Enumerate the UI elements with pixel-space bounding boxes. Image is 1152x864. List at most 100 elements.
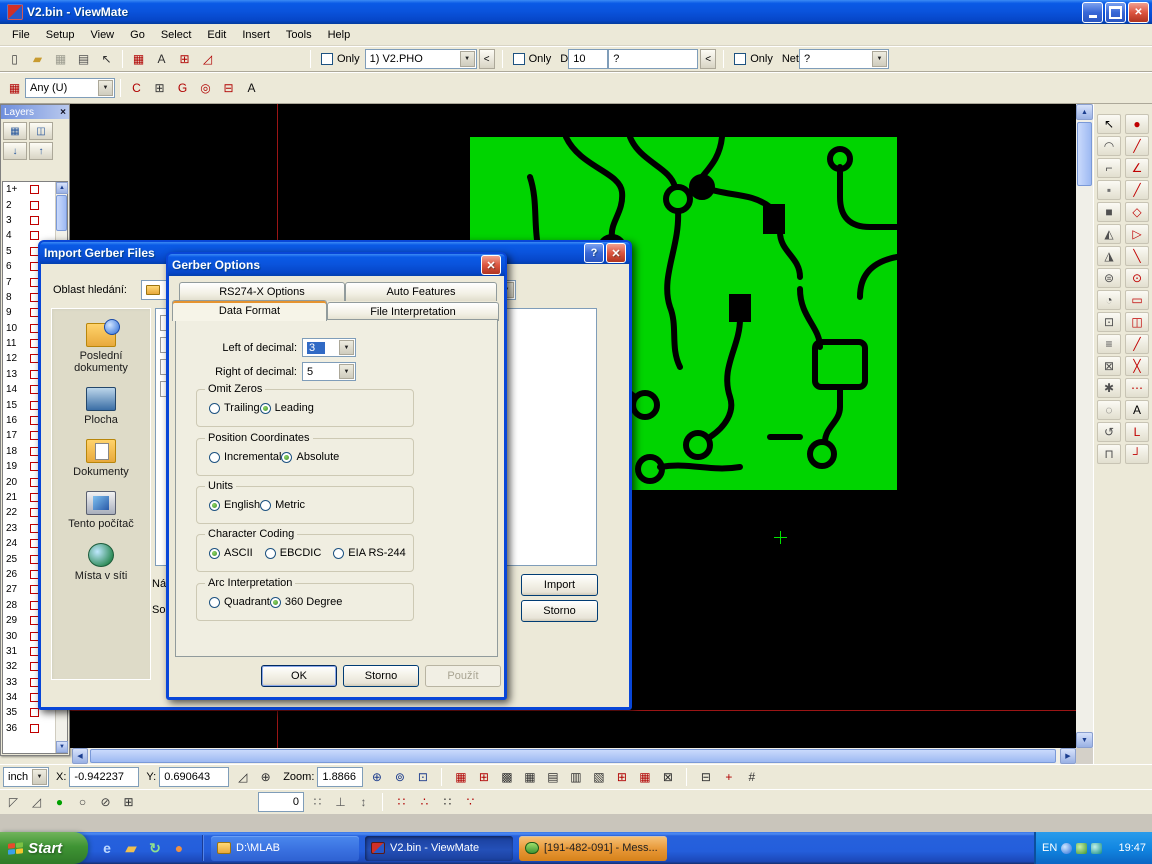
step-back-icon[interactable]: ◸ — [3, 792, 24, 812]
menu-item[interactable]: Edit — [199, 26, 234, 44]
chevron-down-icon[interactable] — [339, 364, 354, 379]
layer-row[interactable]: 2 — [3, 197, 55, 212]
start-button[interactable]: Start — [0, 832, 88, 864]
menu-item[interactable]: Select — [153, 26, 200, 44]
x-coordinate-field[interactable]: -0.942237 — [69, 767, 139, 787]
save-icon[interactable]: ▦ — [50, 49, 71, 69]
refresh-launch-icon[interactable]: ↻ — [146, 839, 164, 857]
pad-grid-icon[interactable]: ▩ — [496, 767, 517, 787]
place-item[interactable]: Tento počítač — [55, 491, 147, 530]
only-layer-checkbox[interactable] — [321, 53, 333, 65]
cross-box-icon[interactable]: ⊠ — [1097, 356, 1121, 376]
pad-grid3-icon[interactable]: ▤ — [542, 767, 563, 787]
probe-slash-icon[interactable]: ⊘ — [95, 792, 116, 812]
dcode-value-field[interactable]: 10 — [568, 49, 608, 69]
only-net-toggle[interactable]: Only — [734, 53, 773, 65]
only-dcode-checkbox[interactable] — [513, 53, 525, 65]
dashed-circle-icon[interactable]: ◌ — [1097, 400, 1121, 420]
vertical-scroll-thumb[interactable] — [1077, 122, 1092, 186]
layer-color-swatch[interactable] — [30, 231, 39, 240]
rotation-value-field[interactable]: 0 — [258, 792, 304, 812]
radio-option[interactable]: Leading — [260, 402, 314, 414]
tab-rs274x-options[interactable]: RS274-X Options — [179, 282, 345, 301]
zoom-value-field[interactable]: 1.8866 — [317, 767, 363, 787]
zoom-in-icon[interactable]: ⊕ — [366, 767, 387, 787]
minimize-button[interactable] — [1082, 2, 1103, 23]
aperture-shape-combo[interactable]: Any (U) — [25, 78, 115, 98]
apply-button[interactable]: Použít — [425, 665, 501, 687]
help-icon[interactable] — [584, 243, 604, 263]
horizontal-scroll-thumb[interactable] — [90, 749, 1056, 763]
grid-table-icon[interactable]: ⊞ — [118, 792, 139, 812]
menu-item[interactable]: Setup — [38, 26, 83, 44]
aperture-table-icon[interactable]: ▦ — [128, 49, 149, 69]
move-up-icon[interactable]: ↑ — [29, 142, 53, 160]
menu-item[interactable]: Go — [122, 26, 153, 44]
dcode-query-field[interactable]: ? — [608, 49, 698, 69]
flatten-icon[interactable]: ⊜ — [1097, 268, 1121, 288]
merge-icon[interactable]: ⊟ — [695, 767, 716, 787]
pad-grid2-icon[interactable]: ▦ — [519, 767, 540, 787]
radio-option[interactable]: ASCII — [209, 547, 253, 559]
ok-button[interactable]: OK — [261, 665, 337, 687]
text-a-icon[interactable]: A — [1125, 400, 1149, 420]
taskbar-task-viewmate[interactable]: V2.bin - ViewMate — [365, 836, 513, 861]
only-layer-toggle[interactable]: Only — [321, 53, 360, 65]
pad-pair-icon[interactable]: ⊟ — [218, 78, 239, 98]
layer-grid-icon[interactable]: ▦ — [3, 122, 27, 140]
place-item[interactable]: Dokumenty — [55, 439, 147, 478]
stroke-icon[interactable]: ╱ — [1125, 334, 1149, 354]
layer-row[interactable]: 1+ — [3, 182, 55, 197]
menu-item[interactable]: Help — [320, 26, 359, 44]
polygon-icon[interactable]: ◇ — [1125, 202, 1149, 222]
pad-grid4-icon[interactable]: ▥ — [565, 767, 586, 787]
units-combo[interactable]: inch — [3, 767, 49, 787]
grid-table-icon[interactable]: ⊞ — [174, 49, 195, 69]
folder-launch-icon[interactable]: ▰ — [122, 839, 140, 857]
arc-right-icon[interactable]: ▷ — [1125, 224, 1149, 244]
corner-grid-icon[interactable]: # — [741, 767, 762, 787]
layer-row[interactable]: 36 — [3, 721, 55, 736]
arc-segment-icon[interactable]: ◠ — [1097, 136, 1121, 156]
prev-layer-button[interactable]: < — [479, 49, 495, 69]
close-icon[interactable] — [481, 255, 501, 275]
scroll-down-icon[interactable] — [56, 741, 68, 753]
place-item[interactable]: Místa v síti — [55, 543, 147, 582]
menu-item[interactable]: Tools — [278, 26, 320, 44]
net-combo[interactable]: ? — [799, 49, 889, 69]
corner-icon[interactable]: ⌐ — [1097, 158, 1121, 178]
radio-option[interactable]: Quadrant — [209, 596, 270, 608]
tab-data-format[interactable]: Data Format — [172, 300, 327, 321]
menu-item[interactable]: View — [82, 26, 122, 44]
scroll-right-icon[interactable]: ▶ — [1060, 748, 1076, 764]
radio-option[interactable]: Metric — [260, 499, 305, 511]
radio-option[interactable]: EBCDIC — [265, 547, 322, 559]
layer-color-swatch[interactable] — [30, 724, 39, 733]
vertical-scrollbar[interactable]: ▲ ▼ — [1076, 104, 1093, 748]
film-table-icon[interactable]: ▦ — [4, 78, 25, 98]
menu-item[interactable]: Insert — [234, 26, 278, 44]
pad-grid5-icon[interactable]: ▧ — [588, 767, 609, 787]
text-icon[interactable]: A — [241, 78, 262, 98]
layer-row[interactable]: 3 — [3, 213, 55, 228]
scroll-up-icon[interactable] — [56, 182, 68, 194]
measure-diagonal-icon[interactable]: ◿ — [232, 767, 253, 787]
import-cancel-button[interactable]: Storno — [521, 600, 598, 622]
split-rect-icon[interactable]: ◫ — [1125, 312, 1149, 332]
dot-grid-icon[interactable]: ∷ — [307, 792, 328, 812]
scroll-up-icon[interactable]: ▲ — [1076, 104, 1093, 120]
radio-option[interactable]: Incremental — [209, 451, 281, 463]
rotate-icon[interactable]: ↺ — [1097, 422, 1121, 442]
radio-option[interactable]: EIA RS-244 — [333, 547, 405, 559]
import-button[interactable]: Import — [521, 574, 598, 596]
new-file-icon[interactable]: ▯ — [4, 49, 25, 69]
ie-icon[interactable]: e — [98, 839, 116, 857]
zoom-all-icon[interactable]: ⊚ — [389, 767, 410, 787]
target-icon[interactable]: ◎ — [195, 78, 216, 98]
step-fwd-icon[interactable]: ◿ — [26, 792, 47, 812]
cancel-button[interactable]: Storno — [343, 665, 419, 687]
zoom-window-icon[interactable]: ⊡ — [412, 767, 433, 787]
line-back-icon[interactable]: ╲ — [1125, 246, 1149, 266]
only-net-checkbox[interactable] — [734, 53, 746, 65]
browser-launch-icon[interactable]: ● — [170, 839, 188, 857]
